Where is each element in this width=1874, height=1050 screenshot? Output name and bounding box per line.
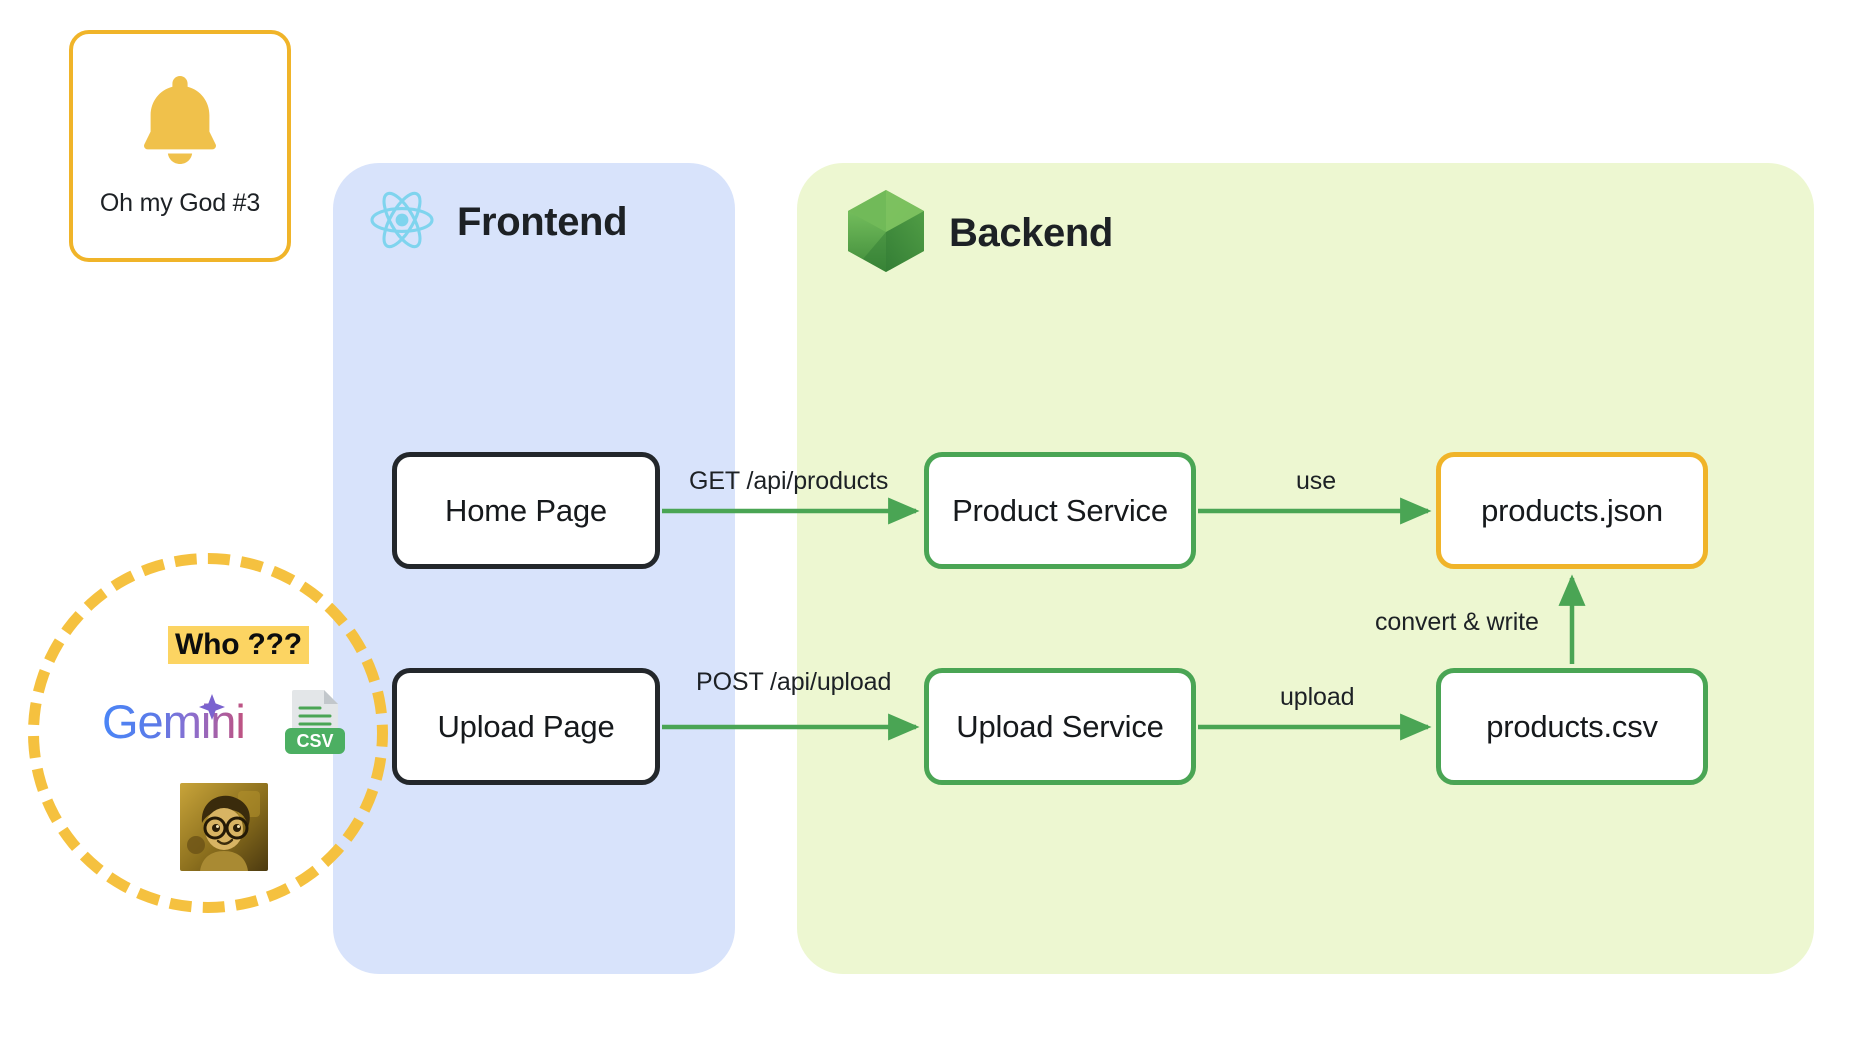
node-products-csv-label: products.csv xyxy=(1486,708,1658,744)
node-products-csv[interactable]: products.csv xyxy=(1436,668,1708,785)
node-home-page-label: Home Page xyxy=(445,492,607,528)
node-products-json[interactable]: products.json xyxy=(1436,452,1708,569)
edge-label-get-products: GET /api/products xyxy=(689,467,889,495)
frontend-header: Frontend xyxy=(369,190,628,255)
edge-label-upload: upload xyxy=(1280,683,1355,711)
node-upload-page[interactable]: Upload Page xyxy=(392,668,660,785)
nodejs-icon xyxy=(845,188,927,279)
svg-text:Gemini: Gemini xyxy=(102,695,245,748)
csv-file-icon: CSV xyxy=(284,688,346,763)
notification-caption: Oh my God #3 xyxy=(99,189,261,217)
frontend-title: Frontend xyxy=(457,200,628,244)
backend-header: Backend xyxy=(845,188,1113,279)
node-product-service[interactable]: Product Service xyxy=(924,452,1196,569)
node-upload-service-label: Upload Service xyxy=(956,708,1164,744)
svg-text:CSV: CSV xyxy=(296,731,333,751)
bell-icon xyxy=(138,74,222,171)
node-upload-page-label: Upload Page xyxy=(437,708,615,744)
node-products-json-label: products.json xyxy=(1481,492,1663,528)
node-upload-service[interactable]: Upload Service xyxy=(924,668,1196,785)
edge-label-convert-write: convert & write xyxy=(1375,608,1539,636)
node-home-page[interactable]: Home Page xyxy=(392,452,660,569)
backend-title: Backend xyxy=(949,211,1113,255)
edge-label-use: use xyxy=(1296,467,1337,495)
notification-card[interactable]: Oh my God #3 xyxy=(69,30,291,262)
who-badge: Who ??? xyxy=(168,626,309,664)
node-product-service-label: Product Service xyxy=(952,492,1168,528)
avatar-thumbnail xyxy=(180,783,268,871)
edge-label-post-upload: POST /api/upload xyxy=(696,668,892,696)
gemini-logo: Gemini xyxy=(100,690,248,757)
react-icon xyxy=(369,190,435,255)
